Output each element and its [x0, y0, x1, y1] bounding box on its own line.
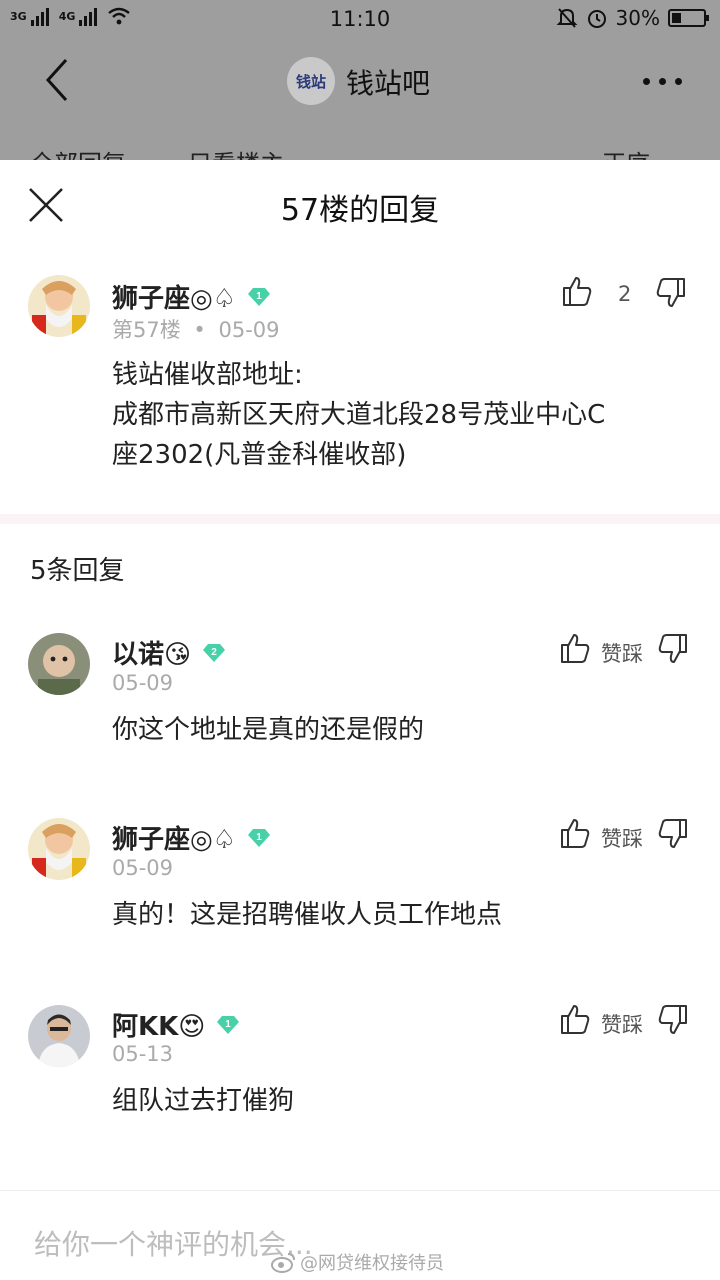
forum-header: 钱站 钱站吧 全部回复 只看楼主 正序: [0, 38, 720, 160]
meta-dot: •: [193, 318, 206, 342]
tab-sort-order[interactable]: 正序: [602, 144, 650, 160]
tab-all-replies[interactable]: 全部回复: [30, 144, 126, 160]
level-badge-icon: 1: [215, 1014, 241, 1036]
svg-text:2: 2: [211, 647, 217, 658]
vote-label: 赞踩: [601, 827, 643, 851]
thumbs-up-icon[interactable]: [560, 632, 590, 664]
post-date: 05-09: [218, 318, 280, 342]
battery-percent: 30%: [615, 6, 660, 30]
avatar[interactable]: [28, 633, 90, 695]
username[interactable]: 狮子座◎♤ 1: [112, 278, 272, 315]
username[interactable]: 狮子座◎♤ 1: [112, 819, 272, 856]
watermark: @网贷维权接待员: [270, 1249, 444, 1275]
weibo-icon: [271, 1253, 295, 1273]
reply-filter-tabs: 全部回复 只看楼主 正序: [0, 138, 720, 160]
thumbs-up-icon[interactable]: [560, 1003, 590, 1035]
thumbs-down-icon[interactable]: [658, 1004, 688, 1036]
username[interactable]: 以诺😘 2: [112, 634, 227, 671]
level-badge-icon: 1: [246, 827, 272, 849]
like-count: 2: [618, 282, 632, 306]
svg-text:1: 1: [226, 1019, 232, 1030]
reply-sheet: 57楼的回复 狮子座◎♤ 1 第57楼 • 05-09 2 钱站催收部地址: 成…: [0, 160, 720, 1280]
thumbs-up-icon[interactable]: [560, 817, 590, 849]
thumbs-down-icon[interactable]: [656, 277, 686, 309]
battery-icon: [668, 9, 709, 27]
more-options-icon[interactable]: [643, 78, 682, 85]
avatar[interactable]: [28, 275, 90, 337]
thumbs-down-icon[interactable]: [658, 818, 688, 850]
alarm-icon: [587, 10, 606, 28]
reply-count: 5条回复: [30, 556, 125, 586]
reply-date: 05-13: [112, 1042, 174, 1066]
avatar[interactable]: [28, 818, 90, 880]
reply-text: 真的！这是招聘催收人员工作地点: [112, 900, 503, 930]
bar-logo: 钱站: [287, 57, 335, 105]
reply-date: 05-09: [112, 671, 174, 695]
reply-date: 05-09: [112, 856, 174, 880]
svg-text:1: 1: [256, 291, 262, 302]
sheet-title: 57楼的回复: [280, 193, 440, 228]
username[interactable]: 阿KK😍 1: [112, 1006, 241, 1043]
tab-only-op[interactable]: 只看楼主: [188, 144, 284, 160]
bar-name[interactable]: 钱站吧: [346, 62, 430, 102]
vote-label: 赞踩: [601, 642, 643, 666]
thumbs-down-icon[interactable]: [658, 633, 688, 665]
svg-text:1: 1: [256, 832, 262, 843]
post-content: 钱站催收部地址: 成都市高新区天府大道北段28号茂业中心C 座2302(凡普金科…: [112, 360, 606, 470]
back-arrow-icon[interactable]: [40, 56, 80, 104]
status-right: 30%: [556, 6, 709, 30]
section-divider: [0, 514, 720, 524]
post-meta: 第57楼 • 05-09: [112, 314, 280, 344]
level-badge-icon: 1: [246, 286, 272, 308]
thumbs-up-icon[interactable]: [562, 275, 592, 307]
status-bar: 3G 4G 11:10 30%: [0, 0, 720, 38]
floor-number: 第57楼: [112, 318, 181, 342]
reply-text: 组队过去打催狗: [112, 1086, 295, 1116]
mute-bell-icon: [556, 8, 577, 28]
level-badge-icon: 2: [201, 642, 227, 664]
reply-text: 你这个地址是真的还是假的: [112, 715, 425, 745]
vote-label: 赞踩: [601, 1013, 643, 1037]
avatar[interactable]: [28, 1005, 90, 1067]
